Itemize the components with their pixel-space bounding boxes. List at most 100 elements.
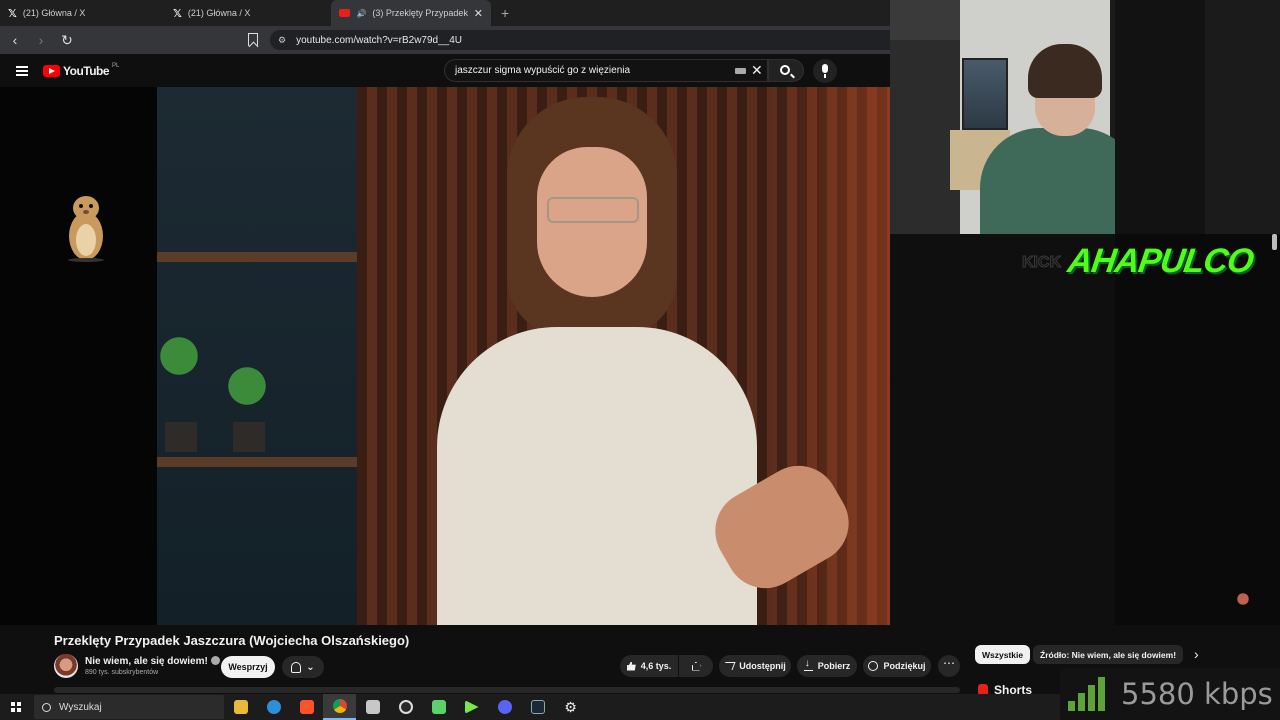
steam-icon[interactable] <box>521 694 554 720</box>
discord-icon[interactable] <box>488 694 521 720</box>
subscriber-count: 890 tys. subskrybentów <box>85 669 159 676</box>
notifications-button[interactable]: ⌄ <box>282 656 324 678</box>
channel-avatar[interactable] <box>54 654 78 678</box>
tab-x-1[interactable]: 𝕏 (21) Główna / X <box>0 0 165 26</box>
tab-youtube[interactable]: 🔊 (3) Przeklęty Przypadek Jaszc ✕ <box>331 0 491 26</box>
thanks-icon <box>868 661 879 671</box>
support-label: Wesprzyj <box>228 662 268 672</box>
app-arrow-icon[interactable] <box>455 694 488 720</box>
search-button[interactable] <box>768 59 804 82</box>
chevron-right-icon[interactable]: › <box>1194 646 1199 662</box>
settings-icon[interactable]: ⚙ <box>554 694 587 720</box>
x-logo-icon: 𝕏 <box>8 7 17 20</box>
keyboard-icon[interactable] <box>735 68 746 74</box>
bell-icon <box>291 661 302 673</box>
streamer-name: AHAPULCO <box>1065 242 1256 280</box>
share-icon <box>722 662 736 670</box>
dislike-button[interactable] <box>679 655 713 677</box>
download-label: Pobierz <box>817 661 851 671</box>
chip-source[interactable]: Źródło: Nie wiem, ale się dowiem! <box>1033 645 1184 664</box>
channel-name-text: Nie wiem, ale się dowiem! <box>85 656 208 667</box>
clear-search-icon[interactable]: ✕ <box>751 62 763 79</box>
chip-all[interactable]: Wszystkie <box>975 645 1031 664</box>
windows-start-icon[interactable] <box>0 694 32 720</box>
reload-icon[interactable]: ↻ <box>60 32 74 49</box>
thumbs-down-icon <box>691 661 701 671</box>
menu-icon[interactable] <box>16 66 28 76</box>
close-tab-icon[interactable]: ✕ <box>474 7 483 20</box>
plant-image <box>159 332 199 392</box>
youtube-play-icon <box>43 65 60 77</box>
share-button[interactable]: Udostępnij <box>719 655 791 677</box>
thanks-button[interactable]: Podziękuj <box>863 655 931 677</box>
small-figure-icon <box>1236 590 1250 608</box>
brave-icon[interactable] <box>290 694 323 720</box>
file-explorer-icon[interactable] <box>224 694 257 720</box>
kick-label: KICK <box>1021 254 1062 272</box>
bitrate-value: 5580 kbps <box>1121 677 1273 711</box>
youtube-favicon-icon <box>339 9 351 17</box>
thumbs-up-icon <box>626 661 636 671</box>
country-code: PL <box>112 63 120 69</box>
youtube-header: YouTube PL jaszczur sigma wypuścić go z … <box>0 54 890 87</box>
site-info-icon[interactable]: ⚙ <box>278 35 286 46</box>
share-label: Udostępnij <box>739 661 786 671</box>
signal-bars-icon <box>1068 677 1105 711</box>
download-icon <box>803 658 813 671</box>
webcam-overlay <box>890 0 1280 234</box>
back-icon[interactable]: ‹ <box>8 32 22 48</box>
kick-streamer-logo: KICK AHAPULCO <box>1020 238 1255 290</box>
shelf-plank <box>157 252 357 262</box>
tab-title: (21) Główna / X <box>22 8 86 18</box>
app-icon[interactable] <box>356 694 389 720</box>
thanks-label: Podziękuj <box>883 661 926 671</box>
chip-label: Wszystkie <box>982 649 1024 660</box>
youtube-wordmark: YouTube <box>63 64 110 78</box>
taskbar-search-placeholder: Wyszukaj <box>59 701 102 713</box>
shirt <box>437 327 757 625</box>
search-icon <box>780 65 790 75</box>
scrollbar-thumb[interactable] <box>1272 234 1277 250</box>
video-title: Przeklęty Przypadek Jaszczura (Wojciecha… <box>54 633 410 648</box>
more-actions-icon[interactable]: ⋯ <box>938 655 960 677</box>
chevron-down-icon: ⌄ <box>306 661 315 673</box>
voice-search-icon[interactable] <box>813 59 837 83</box>
edge-icon[interactable] <box>257 694 290 720</box>
chrome-icon[interactable] <box>323 694 356 720</box>
streamer-hair <box>1028 44 1102 98</box>
tab-title: (21) Główna / X <box>187 8 251 18</box>
forward-icon[interactable]: › <box>34 32 48 48</box>
taskbar-search[interactable]: Wyszukaj <box>34 695 224 719</box>
tab-x-2[interactable]: 𝕏 (21) Główna / X <box>165 0 330 26</box>
bitrate-overlay: 5580 kbps <box>1060 668 1280 720</box>
shelf-plank <box>157 457 357 467</box>
background-shelf <box>157 87 357 625</box>
youtube-logo[interactable]: YouTube PL <box>43 63 120 78</box>
chip-label: Źródło: Nie wiem, ale się dowiem! <box>1040 649 1177 660</box>
browser-tab-bar: 𝕏 (21) Główna / X 𝕏 (21) Główna / X 🔊 (3… <box>0 0 890 26</box>
windows-taskbar: Wyszukaj ⚙ <box>0 694 1060 720</box>
speaker-icon: 🔊 <box>356 8 367 18</box>
x-logo-icon: 𝕏 <box>173 7 182 20</box>
app-green-icon[interactable] <box>422 694 455 720</box>
new-tab-button[interactable]: + <box>491 0 519 26</box>
right-dark-panel <box>1115 234 1280 627</box>
like-count: 4,6 tys. <box>640 661 672 671</box>
download-button[interactable]: Pobierz <box>797 655 857 677</box>
address-bar-row: ‹ › ↻ ⚙ youtube.com/watch?v=rB2w79d__4U <box>0 26 890 54</box>
poster-image <box>962 58 1008 130</box>
like-button[interactable]: 4,6 tys. <box>620 655 678 677</box>
search-input[interactable]: jaszczur sigma wypuścić go z więzienia ✕ <box>444 59 768 82</box>
channel-name[interactable]: Nie wiem, ale się dowiem! <box>85 656 220 667</box>
obs-icon[interactable] <box>389 694 422 720</box>
tab-title: (3) Przeklęty Przypadek Jaszc <box>372 8 468 18</box>
left-pane <box>0 87 157 627</box>
bookmark-icon[interactable] <box>248 33 258 46</box>
support-button[interactable]: Wesprzyj <box>221 656 275 678</box>
search-query: jaszczur sigma wypuścić go z więzienia <box>455 65 631 76</box>
description-box[interactable] <box>54 687 960 693</box>
hamster-sticker-image <box>68 196 104 262</box>
url-field[interactable]: ⚙ youtube.com/watch?v=rB2w79d__4U <box>270 30 890 50</box>
plant-image <box>227 362 267 422</box>
video-player[interactable] <box>157 87 890 625</box>
